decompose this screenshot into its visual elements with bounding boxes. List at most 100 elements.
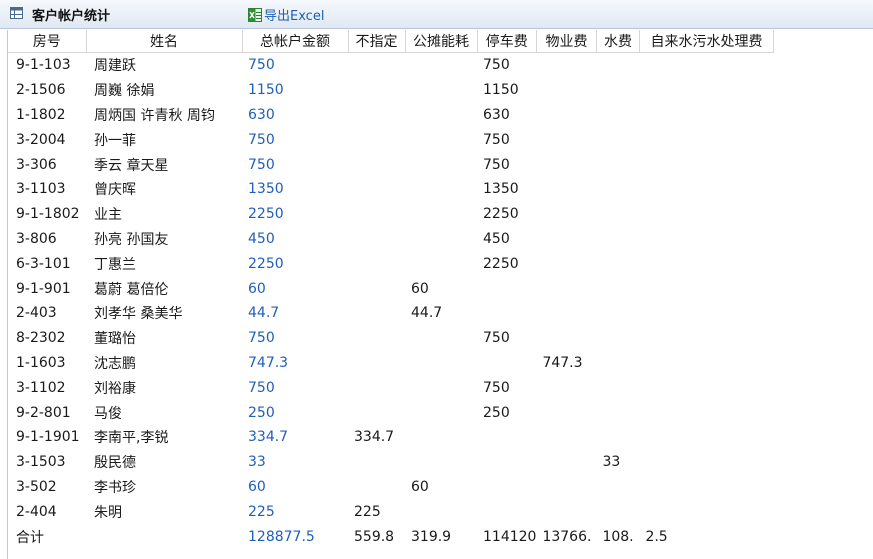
property-cell xyxy=(536,78,596,103)
total-cell: 747.3 xyxy=(248,354,289,371)
shared-energy-cell xyxy=(405,177,477,202)
total-cell: 128877.5 xyxy=(248,528,315,545)
parking-cell: 1150 xyxy=(483,82,519,99)
room-cell: 9-2-801 xyxy=(16,404,71,421)
name-cell: 丁惠兰 xyxy=(94,256,136,273)
water-cell xyxy=(596,276,639,301)
table-row[interactable]: 3-1503 殷民德 33 33 xyxy=(8,450,773,475)
name-cell: 葛蔚 葛倍伦 xyxy=(94,281,169,298)
shared-energy-cell xyxy=(405,425,477,450)
name-cell: 董璐怡 xyxy=(94,331,136,348)
property-cell xyxy=(536,251,596,276)
table-row[interactable]: 9-1-1802 业主 2250 2250 xyxy=(8,202,773,227)
table-row[interactable]: 2-1506 周巍 徐娟 1150 1150 xyxy=(8,78,773,103)
table-row[interactable]: 1-1802 周炳国 许青秋 周钧 630 630 xyxy=(8,103,773,128)
column-header[interactable]: 水费 xyxy=(596,30,640,53)
water-cell xyxy=(596,499,639,524)
column-header[interactable]: 总帐户金额 xyxy=(242,30,349,53)
property-cell xyxy=(536,326,596,351)
property-cell xyxy=(536,152,596,177)
name-cell: 业主 xyxy=(94,207,122,224)
column-header[interactable]: 不指定 xyxy=(348,30,406,53)
sewage-cell xyxy=(639,499,773,524)
property-cell xyxy=(536,127,596,152)
total-cell: 1150 xyxy=(248,82,284,99)
table-row[interactable]: 3-806 孙亮 孙国友 450 450 xyxy=(8,227,773,252)
sewage-cell xyxy=(639,425,773,450)
sewage-cell xyxy=(639,400,773,425)
name-cell: 刘裕康 xyxy=(94,380,136,397)
name-cell: 李书珍 xyxy=(94,479,136,496)
shared-energy-cell xyxy=(405,326,477,351)
table-row[interactable]: 9-1-103 周建跃 750 750 xyxy=(8,53,773,78)
shared-energy-cell xyxy=(405,227,477,252)
parking-cell xyxy=(477,450,536,475)
property-cell xyxy=(536,227,596,252)
account-table: 房号 姓名 总帐户金额 不指定 公摊能耗 停车费 物业费 水费 自来水污水处理费… xyxy=(8,30,774,549)
totals-row[interactable]: 合计 128877.5 559.8 319.9 114120 13766. 108. 2.5 xyxy=(8,524,773,549)
table-row[interactable]: 3-2004 孙一菲 750 750 xyxy=(8,127,773,152)
sewage-cell xyxy=(639,152,773,177)
unspecified-cell xyxy=(348,375,405,400)
parking-cell: 2250 xyxy=(483,255,519,272)
table-row[interactable]: 2-403 刘孝华 桑美华 44.7 44.7 xyxy=(8,301,773,326)
parking-cell xyxy=(477,499,536,524)
export-excel-button[interactable]: 导出Excel xyxy=(248,5,324,24)
name-cell: 孙一菲 xyxy=(94,132,136,149)
table-row[interactable]: 9-1-901 葛蔚 葛倍伦 60 60 xyxy=(8,276,773,301)
unspecified-cell xyxy=(348,78,405,103)
column-header[interactable]: 自来水污水处理费 xyxy=(639,30,774,53)
room-cell: 9-1-1802 xyxy=(16,206,80,223)
room-cell: 6-3-101 xyxy=(16,255,71,272)
property-cell xyxy=(536,301,596,326)
name-cell xyxy=(86,524,242,549)
total-cell: 60 xyxy=(248,280,266,297)
table-row[interactable]: 1-1603 沈志鹏 747.3 747.3 xyxy=(8,351,773,376)
table-row[interactable]: 3-1103 曾庆晖 1350 1350 xyxy=(8,177,773,202)
column-header[interactable]: 停车费 xyxy=(477,30,537,53)
unspecified-cell xyxy=(348,251,405,276)
column-header[interactable]: 姓名 xyxy=(86,30,243,53)
name-cell: 马俊 xyxy=(94,405,122,422)
name-cell: 朱明 xyxy=(94,504,122,521)
column-header[interactable]: 物业费 xyxy=(536,30,597,53)
room-cell: 1-1603 xyxy=(16,354,66,371)
total-cell: 750 xyxy=(248,330,275,347)
water-cell xyxy=(596,475,639,500)
sewage-cell: 2.5 xyxy=(645,528,668,545)
sewage-cell xyxy=(639,177,773,202)
table-row[interactable]: 9-1-1901 李南平,李锐 334.7 334.7 xyxy=(8,425,773,450)
room-cell: 2-1506 xyxy=(16,82,66,99)
parking-cell: 250 xyxy=(483,404,510,421)
table-row[interactable]: 3-1102 刘裕康 750 750 xyxy=(8,375,773,400)
shared-energy-cell xyxy=(405,202,477,227)
name-cell: 殷民德 xyxy=(94,455,136,472)
column-header[interactable]: 房号 xyxy=(8,30,87,53)
sewage-cell xyxy=(639,127,773,152)
parking-cell: 750 xyxy=(483,57,510,74)
shared-energy-cell xyxy=(405,251,477,276)
total-cell: 2250 xyxy=(248,206,284,223)
unspecified-cell xyxy=(348,127,405,152)
table-row[interactable]: 8-2302 董璐怡 750 750 xyxy=(8,326,773,351)
room-cell: 3-502 xyxy=(16,478,57,495)
account-grid: 房号 姓名 总帐户金额 不指定 公摊能耗 停车费 物业费 水费 自来水污水处理费… xyxy=(7,30,873,559)
table-row[interactable]: 9-2-801 马俊 250 250 xyxy=(8,400,773,425)
water-cell xyxy=(596,78,639,103)
parking-cell: 450 xyxy=(483,230,510,247)
column-header[interactable]: 公摊能耗 xyxy=(405,30,478,53)
parking-cell: 630 xyxy=(483,106,510,123)
table-row[interactable]: 3-306 季云 章天星 750 750 xyxy=(8,152,773,177)
parking-cell xyxy=(477,301,536,326)
unspecified-cell: 225 xyxy=(354,503,381,520)
sewage-cell xyxy=(639,475,773,500)
sewage-cell xyxy=(639,103,773,128)
name-cell: 曾庆晖 xyxy=(94,182,136,199)
table-row[interactable]: 3-502 李书珍 60 60 xyxy=(8,475,773,500)
room-cell: 3-2004 xyxy=(16,131,66,148)
water-cell xyxy=(596,251,639,276)
table-row[interactable]: 2-404 朱明 225 225 xyxy=(8,499,773,524)
property-cell xyxy=(536,202,596,227)
table-row[interactable]: 6-3-101 丁惠兰 2250 2250 xyxy=(8,251,773,276)
name-cell: 季云 章天星 xyxy=(94,157,169,174)
